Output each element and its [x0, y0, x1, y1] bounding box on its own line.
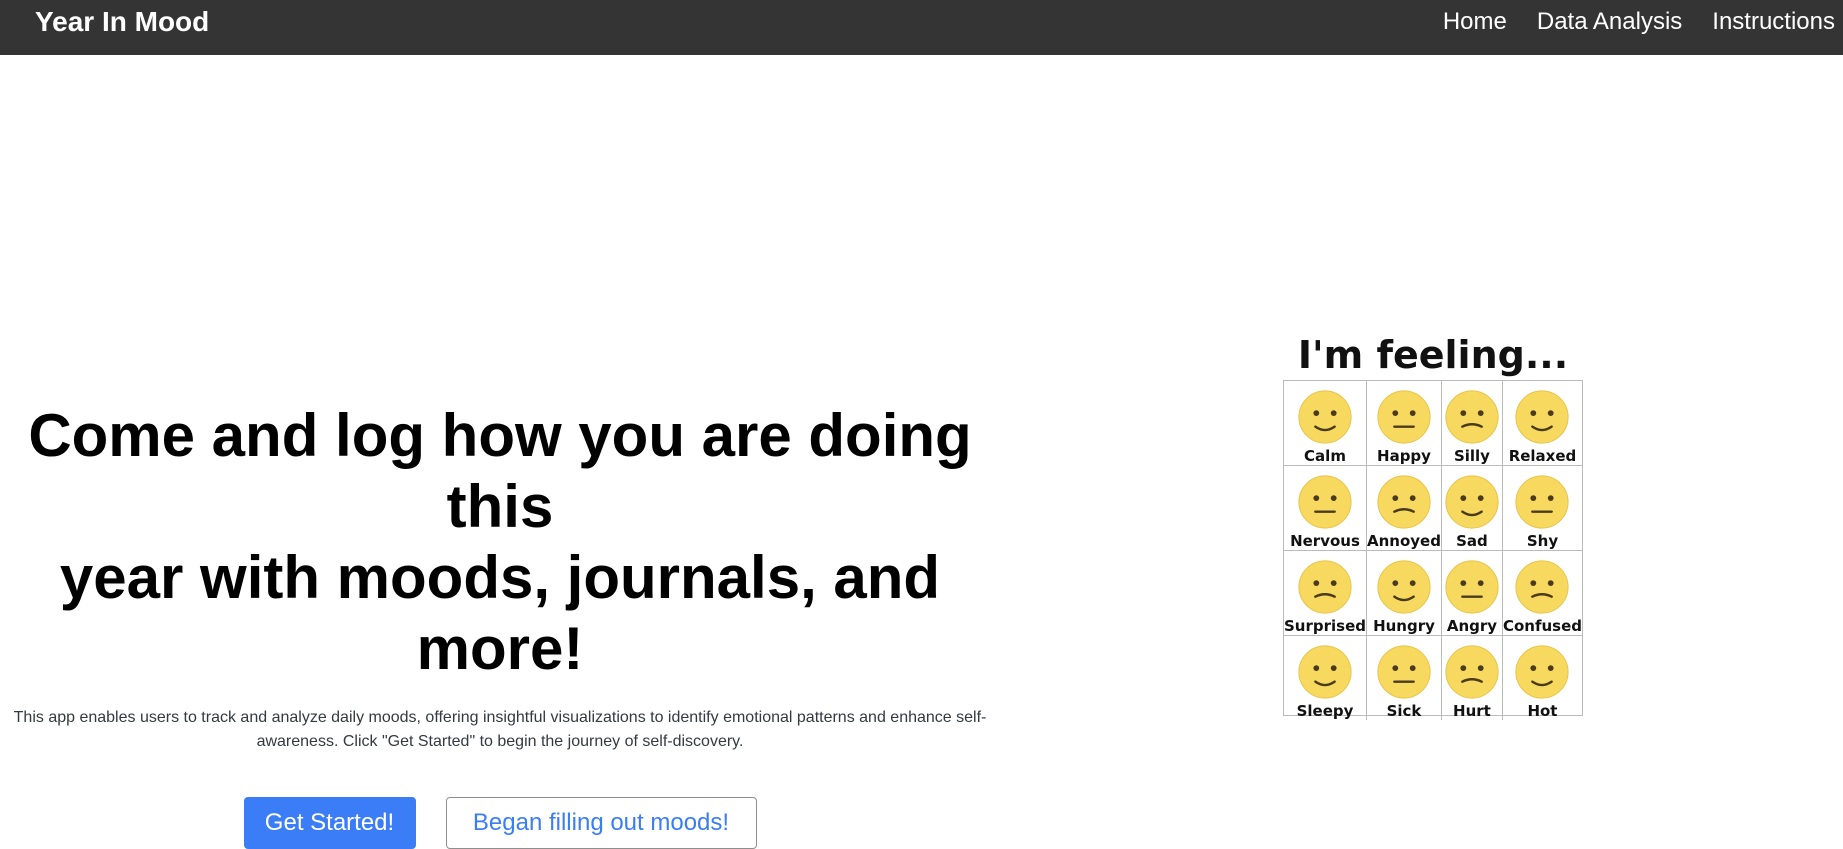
- mood-label: Nervous: [1290, 532, 1360, 550]
- happy-face-icon: [1377, 390, 1431, 444]
- mood-label: Sleepy: [1296, 702, 1354, 720]
- mood-label: Calm: [1304, 447, 1346, 465]
- surprised-face-icon: [1298, 560, 1352, 614]
- hot-face-icon: [1515, 645, 1570, 699]
- mood-label: Angry: [1446, 617, 1498, 635]
- mood-cell-shy: Shy: [1502, 466, 1582, 551]
- mood-label: Silly: [1453, 447, 1490, 465]
- nav-home[interactable]: Home: [1443, 0, 1507, 44]
- mood-cell-hurt: Hurt: [1442, 636, 1503, 720]
- mood-label: Hot: [1527, 702, 1558, 720]
- mood-cell-relaxed: Relaxed: [1502, 381, 1582, 466]
- mood-label: Surprised: [1284, 617, 1366, 635]
- mood-chart-title: I'm feeling...: [1297, 333, 1569, 377]
- hurt-face-icon: [1445, 645, 1499, 699]
- mood-label: Shy: [1526, 532, 1559, 550]
- mood-label: Happy: [1377, 447, 1431, 465]
- mood-label: Relaxed: [1508, 447, 1577, 465]
- annoyed-face-icon: [1377, 475, 1431, 529]
- calm-face-icon: [1298, 390, 1352, 444]
- description-line-2: awareness. Click "Get Started" to begin …: [256, 733, 744, 750]
- hero-headline: Come and log how you are doing this year…: [0, 400, 1000, 684]
- mood-cell-angry: Angry: [1441, 551, 1503, 636]
- get-started-button[interactable]: Get Started!: [243, 797, 416, 849]
- angry-face-icon: [1445, 560, 1499, 614]
- mood-cell-nervous: Nervous: [1284, 466, 1367, 551]
- mood-label: Confused: [1502, 617, 1582, 635]
- mood-label: Annoyed: [1367, 532, 1441, 550]
- sad-face-icon: [1445, 475, 1499, 529]
- nervous-face-icon: [1298, 475, 1352, 529]
- mood-label: Hurt: [1453, 702, 1491, 720]
- mood-cell-annoyed: Annoyed: [1367, 466, 1442, 551]
- mood-cell-sleepy: Sleepy: [1284, 636, 1367, 720]
- mood-cell-sad: Sad: [1441, 466, 1503, 551]
- mood-label: Hungry: [1373, 617, 1435, 635]
- mood-cell-sick: Sick: [1367, 636, 1442, 720]
- mood-cell-happy: Happy: [1367, 381, 1442, 466]
- hero-buttons: Get Started! Began filling out moods!: [0, 797, 1000, 849]
- sleepy-face-icon: [1298, 645, 1352, 699]
- headline-line-1: Come and log how you are doing this: [28, 402, 972, 540]
- brand-logo[interactable]: Year In Mood: [35, 0, 209, 44]
- mood-cell-calm: Calm: [1284, 381, 1367, 466]
- confused-face-icon: [1515, 560, 1570, 614]
- silly-face-icon: [1445, 390, 1499, 444]
- mood-label: Sick: [1386, 702, 1422, 720]
- mood-grid: Calm Happy Silly Relaxed Nervous Annoyed Sad Sh…: [1283, 380, 1583, 720]
- relaxed-face-icon: [1515, 390, 1570, 444]
- fill-out-moods-button[interactable]: Began filling out moods!: [445, 797, 757, 849]
- mood-cell-silly: Silly: [1441, 381, 1503, 466]
- nav-instructions[interactable]: Instructions: [1712, 0, 1835, 44]
- nav-links: Home Data Analysis Instructions: [1413, 0, 1835, 44]
- shy-face-icon: [1515, 475, 1570, 529]
- top-navbar: Year In Mood Home Data Analysis Instruct…: [0, 0, 1843, 55]
- mood-cell-hungry: Hungry: [1367, 551, 1442, 636]
- mood-cell-confused: Confused: [1502, 551, 1582, 636]
- hungry-face-icon: [1377, 560, 1431, 614]
- mood-chart-image: I'm feeling... Calm Happy Silly Relaxed Nerv…: [1280, 330, 1586, 720]
- mood-cell-hot: Hot: [1503, 636, 1582, 720]
- hero-description: This app enables users to track and anal…: [5, 706, 995, 754]
- nav-data-analysis[interactable]: Data Analysis: [1537, 0, 1682, 44]
- hero-section: Come and log how you are doing this year…: [0, 400, 1000, 849]
- mood-cell-surprised: Surprised: [1284, 551, 1367, 636]
- mood-label: Sad: [1456, 532, 1488, 550]
- headline-line-2: year with moods, journals, and more!: [59, 544, 941, 682]
- description-line-1: This app enables users to track and anal…: [13, 709, 987, 726]
- sick-face-icon: [1377, 645, 1431, 699]
